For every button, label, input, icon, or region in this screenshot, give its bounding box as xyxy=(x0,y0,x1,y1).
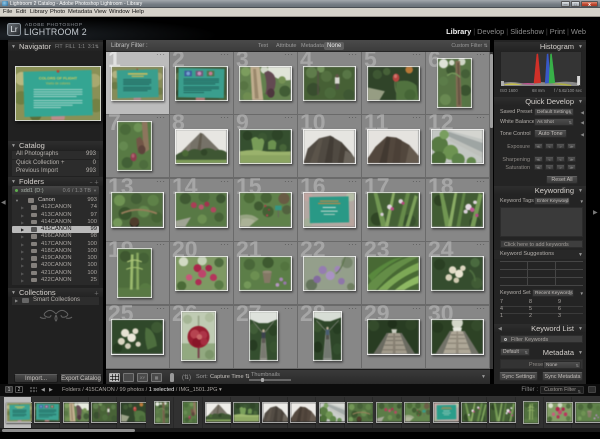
svg-text:Vuelo de colores: Vuelo de colores xyxy=(46,81,71,85)
svg-text:COLORS OF FLIGHT: COLORS OF FLIGHT xyxy=(39,76,78,81)
